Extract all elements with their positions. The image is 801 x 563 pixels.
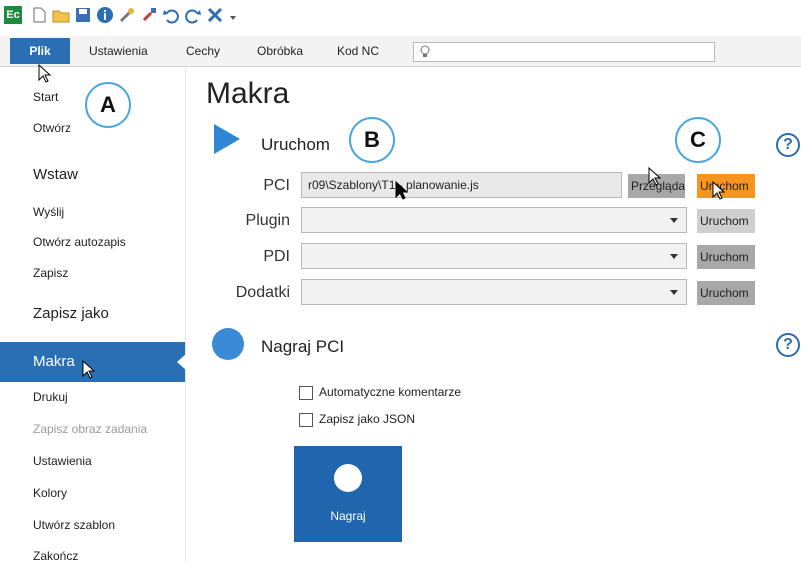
customize-toolbar-icon[interactable] bbox=[228, 6, 238, 24]
file-sidebar: Start Otwórz Wstaw Wyślij Otwórz autozap… bbox=[0, 67, 186, 563]
sidebar-item-open-autosave[interactable]: Otwórz autozapis bbox=[0, 235, 185, 249]
menu-features[interactable]: Cechy bbox=[186, 36, 220, 66]
callout-c: C bbox=[675, 117, 721, 163]
menu-machining[interactable]: Obróbka bbox=[257, 36, 303, 66]
info-icon[interactable] bbox=[96, 6, 114, 24]
sidebar-item-macros-label: Makra bbox=[33, 353, 75, 370]
search-input[interactable] bbox=[413, 42, 715, 62]
save-icon[interactable] bbox=[74, 6, 92, 24]
brush-icon[interactable] bbox=[140, 6, 158, 24]
sidebar-item-insert[interactable]: Wstaw bbox=[0, 166, 185, 183]
pdi-select[interactable] bbox=[301, 243, 687, 269]
pci-label: PCI bbox=[263, 177, 290, 194]
plugin-label: Plugin bbox=[245, 212, 290, 229]
sidebar-item-create-template[interactable]: Utwórz szablon bbox=[0, 518, 185, 532]
run-plugin-button[interactable]: Uruchom bbox=[697, 209, 755, 233]
record-section-title: Nagraj PCI bbox=[261, 337, 345, 356]
undo-icon[interactable] bbox=[162, 6, 180, 24]
auto-comments-checkbox[interactable] bbox=[299, 386, 313, 400]
run-section-title: Uruchom bbox=[261, 135, 330, 154]
mouse-cursor-icon bbox=[395, 181, 409, 200]
help-icon[interactable]: ? bbox=[776, 133, 800, 157]
chevron-down-icon bbox=[670, 218, 678, 223]
run-pci-button[interactable]: Uruchom bbox=[697, 174, 755, 198]
save-json-label: Zapisz jako JSON bbox=[319, 412, 416, 426]
sidebar-item-settings[interactable]: Ustawienia bbox=[0, 454, 185, 468]
callout-b: B bbox=[349, 117, 395, 163]
sidebar-item-save-job-image: Zapisz obraz zadania bbox=[33, 422, 148, 436]
pdi-label: PDI bbox=[263, 248, 290, 265]
play-icon bbox=[214, 124, 240, 154]
pci-path-field[interactable]: r09\Szablony\T1 - planowanie.js bbox=[301, 172, 622, 198]
plugin-select[interactable] bbox=[301, 207, 687, 233]
sidebar-item-send[interactable]: Wyślij bbox=[0, 205, 185, 219]
addons-label: Dodatki bbox=[235, 284, 290, 301]
mouse-cursor-icon bbox=[648, 167, 662, 186]
callout-a: A bbox=[85, 82, 131, 128]
sidebar-item-save-as[interactable]: Zapisz jako bbox=[0, 305, 185, 322]
open-folder-icon[interactable] bbox=[52, 6, 70, 24]
mouse-cursor-icon bbox=[82, 360, 96, 379]
new-file-icon[interactable] bbox=[30, 6, 48, 24]
record-button-label: Nagraj bbox=[330, 509, 366, 523]
page-title: Makra bbox=[206, 77, 290, 110]
sidebar-item-colors[interactable]: Kolory bbox=[0, 486, 185, 500]
record-button[interactable]: Nagraj bbox=[294, 446, 402, 542]
close-icon[interactable] bbox=[206, 6, 224, 24]
mouse-cursor-icon bbox=[38, 64, 52, 83]
record-dot-icon bbox=[334, 464, 362, 492]
menu-nc-code[interactable]: Kod NC bbox=[337, 36, 379, 66]
redo-icon[interactable] bbox=[184, 6, 202, 24]
save-json-checkbox[interactable] bbox=[299, 413, 313, 427]
quick-access-toolbar: Ec bbox=[0, 0, 801, 36]
chevron-down-icon bbox=[670, 290, 678, 295]
run-addons-button[interactable]: Uruchom bbox=[697, 281, 755, 305]
lightbulb-icon bbox=[420, 45, 430, 57]
menu-settings[interactable]: Ustawienia bbox=[89, 36, 148, 66]
sidebar-item-save[interactable]: Zapisz bbox=[0, 266, 185, 280]
menu-bar: Plik Ustawienia Cechy Obróbka Kod NC bbox=[0, 36, 801, 67]
sidebar-item-open[interactable]: Otwórz bbox=[0, 121, 185, 135]
record-circle-icon bbox=[212, 328, 244, 360]
addons-select[interactable] bbox=[301, 279, 687, 305]
app-logo-icon[interactable]: Ec bbox=[4, 6, 22, 24]
sidebar-item-print[interactable]: Drukuj bbox=[0, 390, 185, 404]
chevron-down-icon bbox=[670, 254, 678, 259]
tools-icon[interactable] bbox=[118, 6, 136, 24]
auto-comments-label: Automatyczne komentarze bbox=[319, 385, 462, 399]
help-icon[interactable]: ? bbox=[776, 333, 800, 357]
mouse-cursor-icon bbox=[712, 181, 726, 200]
menu-file[interactable]: Plik bbox=[10, 38, 70, 64]
run-pdi-button[interactable]: Uruchom bbox=[697, 245, 755, 269]
